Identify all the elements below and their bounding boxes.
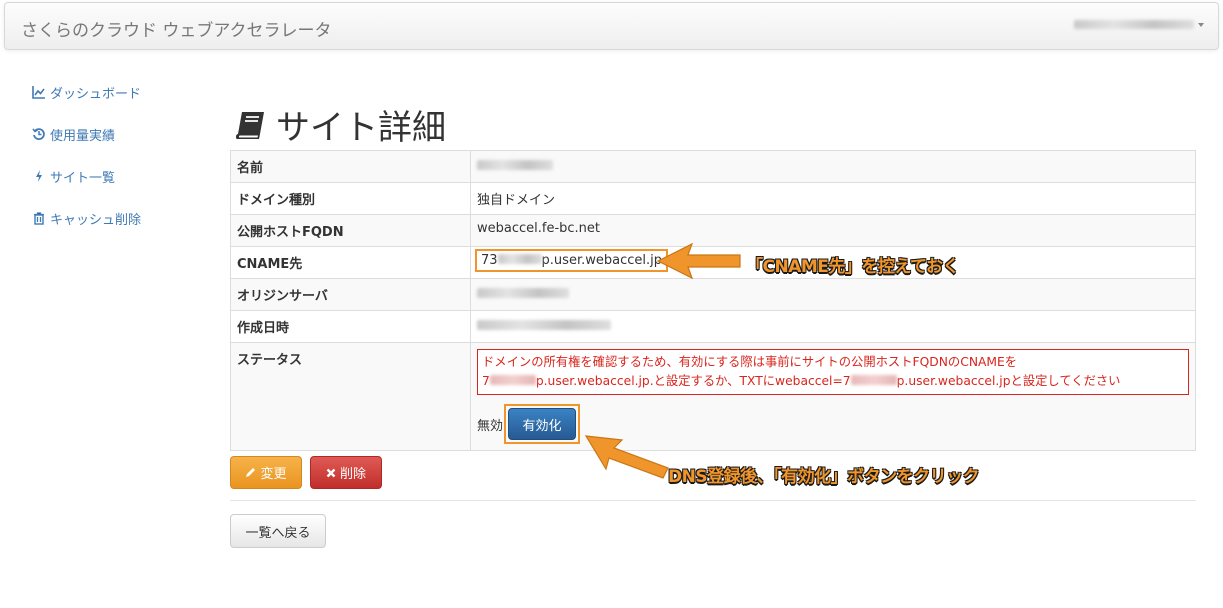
- cname-suffix: p.user.webaccel.jp: [541, 253, 662, 268]
- sidebar-item-label: ダッシュボード: [50, 86, 142, 102]
- fqdn-label: 公開ホストFQDN: [230, 214, 471, 247]
- status-label: ステータス: [230, 342, 471, 451]
- sidebar-item-cache-purge[interactable]: キャッシュ削除: [32, 208, 141, 228]
- cname-value-highlight: 73 p.user.webaccel.jp: [475, 249, 668, 272]
- top-navbar: さくらのクラウド ウェブアクセラレータ: [4, 2, 1219, 50]
- activate-button[interactable]: 有効化: [508, 408, 577, 440]
- alert-text: p.user.webaccel.jpと設定してください: [896, 374, 1121, 388]
- close-icon: [326, 468, 336, 477]
- created-value: [470, 310, 1196, 343]
- status-text: 無効: [477, 418, 504, 434]
- sidebar-item-label: キャッシュ削除: [50, 212, 142, 228]
- trash-icon: [34, 212, 44, 225]
- line-chart-icon: [32, 86, 45, 99]
- page-title-text: サイト詳細: [276, 108, 446, 148]
- activate-annotation: DNS登録後、「有効化」ボタンをクリック: [668, 467, 980, 487]
- name-label: 名前: [230, 150, 471, 183]
- alert-line-1: ドメインの所有権を確認するため、有効にする際は事前にサイトの公開ホストFQDNの…: [482, 355, 1018, 369]
- origin-value: [470, 278, 1196, 311]
- cname-annotation: 「CNAME先」を控えておく: [746, 257, 960, 277]
- book-icon: [235, 111, 264, 139]
- cname-redacted: [497, 254, 542, 264]
- table-row: 名前: [230, 150, 1196, 183]
- user-menu[interactable]: [1074, 20, 1204, 29]
- created-label: 作成日時: [230, 310, 471, 343]
- arrow-to-activate-icon: [584, 435, 669, 479]
- account-name-redacted: [1074, 20, 1194, 29]
- alert-text: p.user.webaccel.jp.と設定するか、TXTにwebaccel=7: [535, 374, 851, 388]
- bolt-icon: [36, 170, 42, 182]
- fqdn-value: webaccel.fe-bc.net: [470, 214, 1196, 247]
- edit-button-label: 変更: [260, 467, 287, 482]
- app-title[interactable]: さくらのクラウド ウェブアクセラレータ: [21, 16, 332, 41]
- sidebar-item-dashboard[interactable]: ダッシュボード: [32, 82, 141, 102]
- sidebar-item-sites[interactable]: サイト一覧: [32, 166, 141, 186]
- pencil-icon: [246, 468, 256, 477]
- table-row: 作成日時: [230, 310, 1196, 343]
- table-row: オリジンサーバ: [230, 278, 1196, 311]
- arrow-to-cname-icon: [656, 242, 741, 280]
- site-detail-table: 名前 ドメイン種別 独自ドメイン 公開ホストFQDN webaccel.fe-b…: [230, 150, 1196, 451]
- domain-type-value: 独自ドメイン: [470, 182, 1196, 215]
- created-redacted: [477, 320, 611, 330]
- alert-line-2: 7 p.user.webaccel.jp.と設定するか、TXTにwebaccel=…: [482, 372, 1184, 391]
- delete-button[interactable]: 削除: [310, 456, 382, 489]
- table-row: ステータス ドメインの所有権を確認するため、有効にする際は事前にサイトの公開ホス…: [230, 342, 1196, 451]
- ownership-alert: ドメインの所有権を確認するため、有効にする際は事前にサイトの公開ホストFQDNの…: [477, 349, 1189, 395]
- sidebar-item-label: 使用量実績: [50, 128, 116, 144]
- name-value: [470, 150, 1196, 183]
- back-to-list-button[interactable]: 一覧へ戻る: [230, 514, 326, 548]
- history-icon: [32, 128, 45, 140]
- divider: [230, 500, 1196, 501]
- origin-label: オリジンサーバ: [230, 278, 471, 311]
- edit-button[interactable]: 変更: [230, 456, 302, 489]
- table-row: ドメイン種別 独自ドメイン: [230, 182, 1196, 215]
- caret-down-icon: [1198, 22, 1204, 27]
- sidebar: ダッシュボード 使用量実績 サイト一覧 キャッシュ削除: [32, 82, 141, 250]
- activate-highlight: 有効化: [504, 404, 581, 444]
- sidebar-item-label: サイト一覧: [50, 170, 116, 186]
- cname-prefix: 73: [481, 253, 498, 268]
- alert-redacted: [850, 375, 897, 385]
- page-title: サイト詳細: [234, 100, 446, 149]
- origin-redacted: [477, 288, 569, 298]
- sidebar-item-usage[interactable]: 使用量実績: [32, 124, 141, 144]
- alert-redacted: [489, 375, 536, 385]
- name-redacted: [477, 160, 553, 170]
- status-value-cell: ドメインの所有権を確認するため、有効にする際は事前にサイトの公開ホストFQDNの…: [470, 342, 1196, 451]
- domain-type-label: ドメイン種別: [230, 182, 471, 215]
- alert-text: 7: [482, 374, 490, 388]
- cname-label: CNAME先: [230, 246, 471, 279]
- delete-button-label: 削除: [339, 467, 366, 482]
